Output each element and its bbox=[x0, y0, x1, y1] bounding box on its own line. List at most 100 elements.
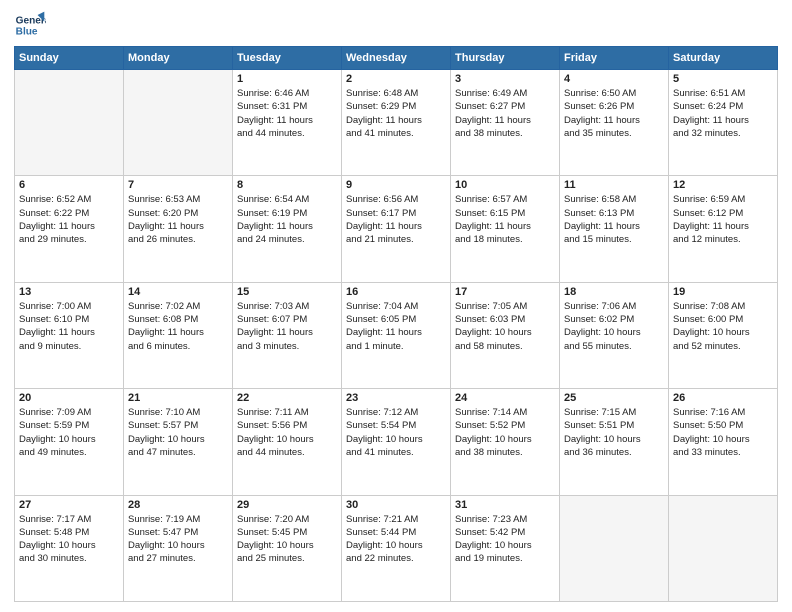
cell-line: Daylight: 10 hours bbox=[237, 539, 337, 552]
cell-line: Daylight: 11 hours bbox=[564, 114, 664, 127]
cell-line: and 44 minutes. bbox=[237, 127, 337, 140]
week-row-5: 27Sunrise: 7:17 AMSunset: 5:48 PMDayligh… bbox=[15, 495, 778, 601]
cell-line: Daylight: 10 hours bbox=[237, 433, 337, 446]
cell-line: and 33 minutes. bbox=[673, 446, 773, 459]
calendar-table: SundayMondayTuesdayWednesdayThursdayFrid… bbox=[14, 46, 778, 602]
cell-line: Daylight: 11 hours bbox=[346, 326, 446, 339]
cell-line: and 55 minutes. bbox=[564, 340, 664, 353]
day-number: 28 bbox=[128, 499, 228, 511]
day-number: 3 bbox=[455, 73, 555, 85]
calendar-cell: 26Sunrise: 7:16 AMSunset: 5:50 PMDayligh… bbox=[669, 389, 778, 495]
day-number: 12 bbox=[673, 179, 773, 191]
day-number: 13 bbox=[19, 286, 119, 298]
day-number: 4 bbox=[564, 73, 664, 85]
cell-line: and 38 minutes. bbox=[455, 446, 555, 459]
cell-line: Sunrise: 7:08 AM bbox=[673, 300, 773, 313]
cell-line: Sunrise: 6:57 AM bbox=[455, 193, 555, 206]
calendar-cell: 28Sunrise: 7:19 AMSunset: 5:47 PMDayligh… bbox=[124, 495, 233, 601]
cell-line: Sunrise: 7:02 AM bbox=[128, 300, 228, 313]
cell-line: Daylight: 11 hours bbox=[564, 220, 664, 233]
calendar-cell: 23Sunrise: 7:12 AMSunset: 5:54 PMDayligh… bbox=[342, 389, 451, 495]
day-number: 10 bbox=[455, 179, 555, 191]
cell-line: Sunset: 6:03 PM bbox=[455, 313, 555, 326]
calendar-cell: 9Sunrise: 6:56 AMSunset: 6:17 PMDaylight… bbox=[342, 176, 451, 282]
cell-line: Sunset: 5:57 PM bbox=[128, 419, 228, 432]
cell-line: Daylight: 11 hours bbox=[346, 114, 446, 127]
cell-line: and 12 minutes. bbox=[673, 233, 773, 246]
cell-line: Sunrise: 7:19 AM bbox=[128, 513, 228, 526]
cell-line: and 18 minutes. bbox=[455, 233, 555, 246]
day-number: 24 bbox=[455, 392, 555, 404]
cell-line: Daylight: 10 hours bbox=[564, 433, 664, 446]
day-header-thursday: Thursday bbox=[451, 47, 560, 70]
cell-line: Daylight: 11 hours bbox=[128, 220, 228, 233]
cell-line: Sunrise: 7:09 AM bbox=[19, 406, 119, 419]
cell-line: Sunset: 6:29 PM bbox=[346, 100, 446, 113]
day-number: 15 bbox=[237, 286, 337, 298]
calendar-cell: 14Sunrise: 7:02 AMSunset: 6:08 PMDayligh… bbox=[124, 282, 233, 388]
cell-line: Daylight: 10 hours bbox=[673, 326, 773, 339]
calendar-cell: 17Sunrise: 7:05 AMSunset: 6:03 PMDayligh… bbox=[451, 282, 560, 388]
cell-line: and 19 minutes. bbox=[455, 552, 555, 565]
calendar-cell: 31Sunrise: 7:23 AMSunset: 5:42 PMDayligh… bbox=[451, 495, 560, 601]
calendar-cell: 8Sunrise: 6:54 AMSunset: 6:19 PMDaylight… bbox=[233, 176, 342, 282]
cell-line: and 44 minutes. bbox=[237, 446, 337, 459]
calendar-cell: 21Sunrise: 7:10 AMSunset: 5:57 PMDayligh… bbox=[124, 389, 233, 495]
day-number: 2 bbox=[346, 73, 446, 85]
cell-line: and 29 minutes. bbox=[19, 233, 119, 246]
svg-text:Blue: Blue bbox=[16, 26, 38, 37]
cell-line: and 3 minutes. bbox=[237, 340, 337, 353]
day-header-sunday: Sunday bbox=[15, 47, 124, 70]
calendar-cell bbox=[669, 495, 778, 601]
cell-line: Daylight: 11 hours bbox=[237, 220, 337, 233]
day-number: 9 bbox=[346, 179, 446, 191]
cell-line: Sunrise: 7:23 AM bbox=[455, 513, 555, 526]
cell-line: Sunset: 5:44 PM bbox=[346, 526, 446, 539]
calendar-cell: 24Sunrise: 7:14 AMSunset: 5:52 PMDayligh… bbox=[451, 389, 560, 495]
cell-line: Daylight: 10 hours bbox=[19, 433, 119, 446]
cell-line: Sunrise: 6:54 AM bbox=[237, 193, 337, 206]
cell-line: and 47 minutes. bbox=[128, 446, 228, 459]
cell-line: Sunset: 6:02 PM bbox=[564, 313, 664, 326]
cell-line: Sunrise: 6:51 AM bbox=[673, 87, 773, 100]
cell-line: Sunset: 6:27 PM bbox=[455, 100, 555, 113]
day-number: 19 bbox=[673, 286, 773, 298]
page: General Blue SundayMondayTuesdayWednesda… bbox=[0, 0, 792, 612]
cell-line: and 41 minutes. bbox=[346, 446, 446, 459]
week-row-1: 1Sunrise: 6:46 AMSunset: 6:31 PMDaylight… bbox=[15, 70, 778, 176]
logo: General Blue bbox=[14, 10, 46, 42]
day-number: 5 bbox=[673, 73, 773, 85]
cell-line: Daylight: 11 hours bbox=[19, 220, 119, 233]
cell-line: Sunrise: 6:53 AM bbox=[128, 193, 228, 206]
cell-line: Daylight: 11 hours bbox=[673, 114, 773, 127]
calendar-cell: 13Sunrise: 7:00 AMSunset: 6:10 PMDayligh… bbox=[15, 282, 124, 388]
cell-line: Sunrise: 7:06 AM bbox=[564, 300, 664, 313]
cell-line: Sunrise: 6:49 AM bbox=[455, 87, 555, 100]
cell-line: Daylight: 10 hours bbox=[19, 539, 119, 552]
cell-line: Sunrise: 6:52 AM bbox=[19, 193, 119, 206]
cell-line: Daylight: 11 hours bbox=[237, 114, 337, 127]
cell-line: Sunset: 5:54 PM bbox=[346, 419, 446, 432]
cell-line: and 49 minutes. bbox=[19, 446, 119, 459]
cell-line: Sunrise: 7:05 AM bbox=[455, 300, 555, 313]
calendar-cell: 4Sunrise: 6:50 AMSunset: 6:26 PMDaylight… bbox=[560, 70, 669, 176]
calendar-cell: 6Sunrise: 6:52 AMSunset: 6:22 PMDaylight… bbox=[15, 176, 124, 282]
cell-line: Sunrise: 6:58 AM bbox=[564, 193, 664, 206]
cell-line: Daylight: 11 hours bbox=[128, 326, 228, 339]
cell-line: Sunset: 6:00 PM bbox=[673, 313, 773, 326]
cell-line: Sunset: 5:45 PM bbox=[237, 526, 337, 539]
week-row-4: 20Sunrise: 7:09 AMSunset: 5:59 PMDayligh… bbox=[15, 389, 778, 495]
week-row-2: 6Sunrise: 6:52 AMSunset: 6:22 PMDaylight… bbox=[15, 176, 778, 282]
calendar-cell: 1Sunrise: 6:46 AMSunset: 6:31 PMDaylight… bbox=[233, 70, 342, 176]
cell-line: Sunrise: 6:46 AM bbox=[237, 87, 337, 100]
cell-line: Daylight: 10 hours bbox=[128, 433, 228, 446]
cell-line: and 27 minutes. bbox=[128, 552, 228, 565]
calendar-cell: 30Sunrise: 7:21 AMSunset: 5:44 PMDayligh… bbox=[342, 495, 451, 601]
calendar-cell: 3Sunrise: 6:49 AMSunset: 6:27 PMDaylight… bbox=[451, 70, 560, 176]
cell-line: Sunset: 6:24 PM bbox=[673, 100, 773, 113]
cell-line: Sunrise: 7:17 AM bbox=[19, 513, 119, 526]
cell-line: and 24 minutes. bbox=[237, 233, 337, 246]
cell-line: Daylight: 11 hours bbox=[19, 326, 119, 339]
day-number: 11 bbox=[564, 179, 664, 191]
week-row-3: 13Sunrise: 7:00 AMSunset: 6:10 PMDayligh… bbox=[15, 282, 778, 388]
